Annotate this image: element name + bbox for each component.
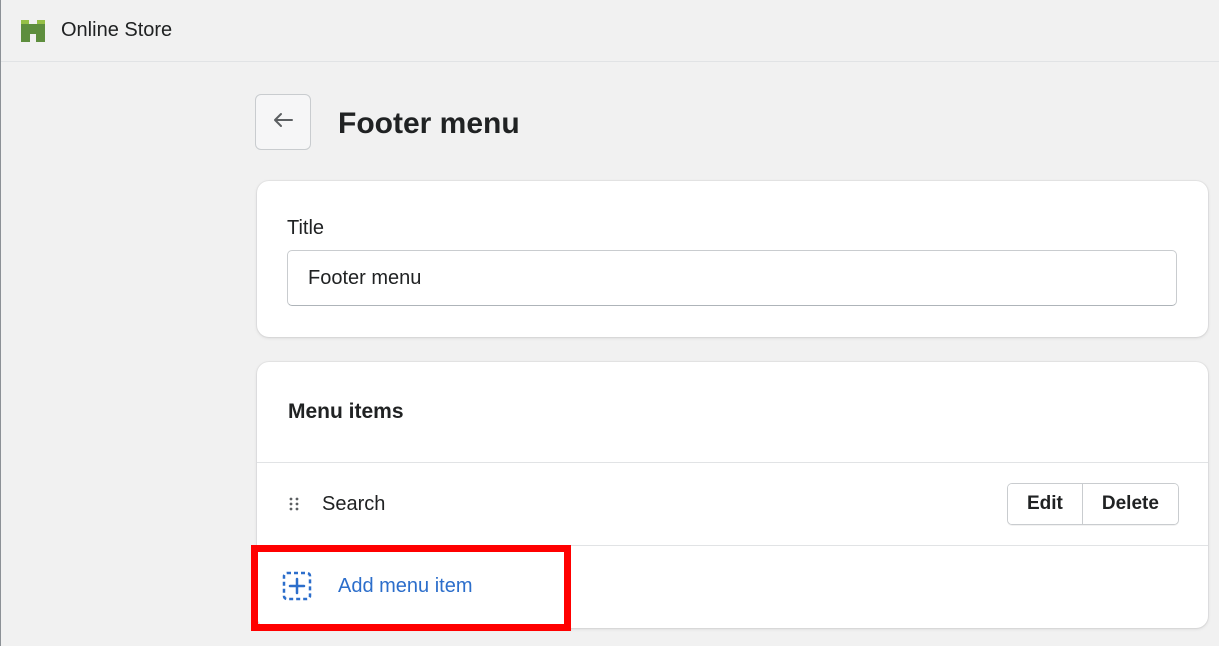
add-dashed-square-icon bbox=[282, 571, 312, 601]
add-menu-item-label: Add menu item bbox=[338, 574, 473, 597]
arrow-left-icon bbox=[273, 112, 293, 133]
page-title: Footer menu bbox=[338, 107, 520, 140]
delete-button[interactable]: Delete bbox=[1081, 484, 1178, 524]
back-button[interactable] bbox=[255, 94, 311, 150]
app-name[interactable]: Online Store bbox=[61, 19, 172, 42]
add-menu-item-row: Add menu item bbox=[257, 546, 1208, 628]
title-card: Title bbox=[257, 181, 1208, 337]
menu-item-actions: Edit Delete bbox=[1007, 483, 1179, 525]
title-input[interactable] bbox=[287, 250, 1177, 306]
store-icon bbox=[19, 18, 47, 44]
edit-button[interactable]: Edit bbox=[1008, 484, 1082, 524]
title-field-label: Title bbox=[287, 217, 325, 239]
drag-handle-icon[interactable] bbox=[289, 497, 299, 511]
app-frame: Online Store Footer menu Title Menu item… bbox=[0, 0, 1219, 646]
menu-item-label: Search bbox=[322, 493, 386, 515]
top-bar: Online Store bbox=[1, 0, 1219, 62]
menu-items-card: Menu items Search Edit Delete Add menu i… bbox=[257, 362, 1208, 628]
menu-item-row: Search Edit Delete bbox=[257, 463, 1208, 545]
add-menu-item-button[interactable]: Add menu item bbox=[282, 571, 473, 601]
menu-items-heading: Menu items bbox=[288, 400, 404, 423]
